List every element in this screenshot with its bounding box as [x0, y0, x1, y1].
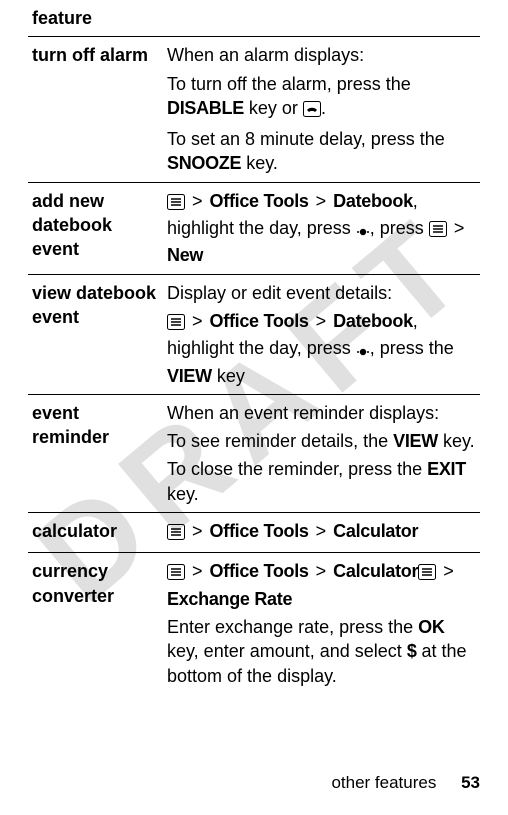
row-event-reminder: event reminder When an event reminder di… — [28, 394, 480, 512]
snooze-key-label: SNOOZE — [167, 153, 241, 173]
feature-label: turn off alarm — [28, 37, 163, 182]
text: , press — [370, 218, 429, 238]
text: Enter exchange rate, press the — [167, 617, 418, 637]
feature-label: currency converter — [28, 553, 163, 694]
gt: > — [190, 191, 205, 211]
text: key or — [244, 98, 303, 118]
table-header-row: feature — [28, 0, 480, 37]
feature-description: When an event reminder displays: To see … — [163, 394, 480, 512]
row-currency-converter: currency converter > Office Tools > Calc… — [28, 553, 480, 694]
feature-description: > Office Tools > Calculator — [163, 513, 480, 553]
menu-datebook: Datebook — [333, 311, 413, 331]
end-call-icon — [303, 99, 321, 123]
feature-label: event reminder — [28, 394, 163, 512]
row-turn-off-alarm: turn off alarm When an alarm displays: T… — [28, 37, 480, 182]
view-key-label: VIEW — [167, 366, 212, 386]
text: key. — [438, 431, 475, 451]
ok-key-label: OK — [418, 617, 444, 637]
dollar-symbol: $ — [407, 641, 417, 661]
gt: > — [441, 561, 456, 581]
text: When an alarm displays: — [167, 45, 364, 65]
page-footer: other features 53 — [331, 773, 480, 793]
row-add-event: add new datebook event > Office Tools > … — [28, 182, 480, 274]
gt: > — [314, 191, 329, 211]
text: To set an 8 minute delay, press the — [167, 129, 445, 149]
gt: > — [190, 521, 205, 541]
exit-key-label: EXIT — [427, 459, 466, 479]
text: . — [321, 98, 326, 118]
feature-description: When an alarm displays: To turn off the … — [163, 37, 480, 182]
gt: > — [314, 521, 329, 541]
gt: > — [190, 561, 205, 581]
menu-calculator: Calculator — [333, 561, 418, 581]
text: key. — [241, 153, 278, 173]
row-view-event: view datebook event Display or edit even… — [28, 274, 480, 394]
menu-office-tools: Office Tools — [210, 521, 309, 541]
menu-exchange-rate: Exchange Rate — [167, 589, 292, 609]
page-number: 53 — [441, 773, 480, 792]
text: key. — [167, 484, 199, 504]
menu-icon — [167, 562, 185, 586]
feature-description: > Office Tools > Datebook, highlight the… — [163, 182, 480, 274]
gt: > — [452, 218, 467, 238]
gt: > — [190, 311, 205, 331]
text: , press the — [370, 338, 454, 358]
feature-label: calculator — [28, 513, 163, 553]
text: To see reminder details, the — [167, 431, 393, 451]
section-name: other features — [331, 773, 436, 792]
text: Display or edit event details: — [167, 283, 392, 303]
menu-office-tools: Office Tools — [210, 191, 309, 211]
feature-label: add new datebook event — [28, 182, 163, 274]
menu-datebook: Datebook — [333, 191, 413, 211]
gt: > — [314, 561, 329, 581]
text: key, enter amount, and select — [167, 641, 407, 661]
menu-icon — [418, 562, 436, 586]
disable-key-label: DISABLE — [167, 98, 244, 118]
menu-calculator: Calculator — [333, 521, 418, 541]
gt: > — [314, 311, 329, 331]
text: To turn off the alarm, press the — [167, 74, 411, 94]
text: key — [212, 366, 245, 386]
feature-table: feature turn off alarm When an alarm dis… — [28, 0, 480, 694]
feature-label: view datebook event — [28, 274, 163, 394]
page-content: feature turn off alarm When an alarm dis… — [0, 0, 508, 694]
menu-icon — [167, 522, 185, 546]
nav-key-icon — [356, 219, 370, 243]
feature-description: > Office Tools > Calculator > Exchange R… — [163, 553, 480, 694]
text: When an event reminder displays: — [167, 403, 439, 423]
text: To close the reminder, press the — [167, 459, 427, 479]
menu-new: New — [167, 245, 203, 265]
menu-office-tools: Office Tools — [210, 311, 309, 331]
nav-key-icon — [356, 339, 370, 363]
menu-icon — [167, 192, 185, 216]
menu-icon — [167, 312, 185, 336]
row-calculator: calculator > Office Tools > Calculator — [28, 513, 480, 553]
feature-header: feature — [28, 0, 480, 37]
feature-description: Display or edit event details: > Office … — [163, 274, 480, 394]
view-key-label: VIEW — [393, 431, 438, 451]
menu-office-tools: Office Tools — [210, 561, 309, 581]
menu-icon — [429, 219, 447, 243]
